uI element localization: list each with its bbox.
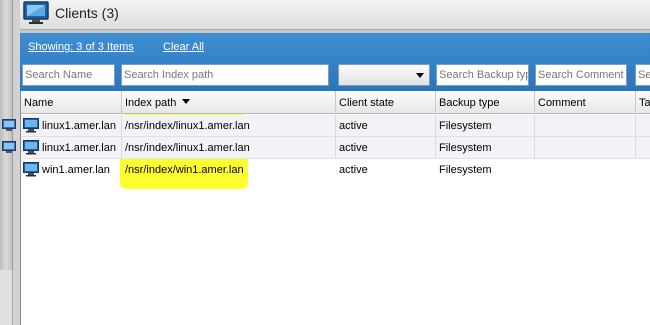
table-row[interactable]: win1.amer.lan /nsr/index/win1.amer.lan a… [21, 159, 650, 181]
cell-name: linux1.amer.lan [39, 115, 122, 137]
cell-comment [535, 137, 636, 159]
cell-index-path: /nsr/index/linux1.amer.lan [122, 137, 336, 159]
column-header-backup-type[interactable]: Backup type [436, 91, 535, 114]
column-header-client-state[interactable]: Client state [336, 91, 436, 114]
sort-descending-icon [182, 99, 191, 104]
cell-backup-type: Filesystem [436, 115, 535, 137]
cell-client-state: active [339, 164, 368, 176]
table-row[interactable]: linux1.amer.lan /nsr/index/linux1.amer.l… [21, 115, 650, 137]
client-computer-icon [23, 118, 39, 133]
cell-client-state: active [336, 137, 436, 159]
column-header-index-path-label: Index path [125, 97, 177, 109]
left-panel-bottom [0, 270, 13, 325]
search-comment-input[interactable]: Search Comment [535, 64, 627, 86]
client-state-select[interactable] [338, 64, 430, 86]
cell-backup-type: Filesystem [439, 164, 492, 176]
filter-bar: Showing: 3 of 3 Items Clear All Search N… [20, 33, 650, 91]
column-header-name[interactable]: Name [21, 91, 122, 114]
cell-name: win1.amer.lan [42, 164, 110, 176]
column-header-tag[interactable]: Ta [636, 91, 650, 114]
client-computer-icon [2, 119, 16, 132]
cell-name: linux1.amer.lan [39, 137, 122, 159]
cell-client-state: active [336, 115, 436, 137]
column-header-index-path[interactable]: Index path [122, 91, 336, 114]
search-extra-input[interactable]: Se [635, 64, 650, 86]
cell-index-path: /nsr/index/linux1.amer.lan [122, 115, 336, 137]
client-computer-icon [23, 1, 49, 25]
cell-comment [535, 115, 636, 137]
page-title: Clients (3) [55, 5, 119, 21]
clients-panel-header: Clients (3) [20, 0, 650, 30]
left-panel-strip [0, 0, 20, 325]
client-computer-icon [23, 162, 39, 177]
showing-count-link[interactable]: Showing: 3 of 3 Items [28, 41, 134, 53]
table-row[interactable]: linux1.amer.lan /nsr/index/linux1.amer.l… [21, 137, 650, 159]
search-backup-type-input[interactable]: Search Backup type [436, 64, 529, 86]
cell-backup-type: Filesystem [436, 137, 535, 159]
cell-index-path: /nsr/index/win1.amer.lan [125, 164, 244, 176]
left-panel-scrollbar[interactable] [0, 0, 13, 270]
search-index-path-input[interactable]: Search Index path [121, 64, 329, 86]
chevron-down-icon [416, 73, 424, 78]
clients-table: Name Index path Client state Backup type… [20, 91, 650, 325]
search-name-input[interactable]: Search Name [22, 64, 115, 86]
cell-comment [535, 159, 636, 181]
clear-all-link[interactable]: Clear All [163, 41, 204, 53]
client-computer-icon [2, 141, 16, 154]
column-header-comment[interactable]: Comment [535, 91, 636, 114]
client-computer-icon [23, 140, 39, 155]
table-header: Name Index path Client state Backup type… [21, 91, 650, 114]
